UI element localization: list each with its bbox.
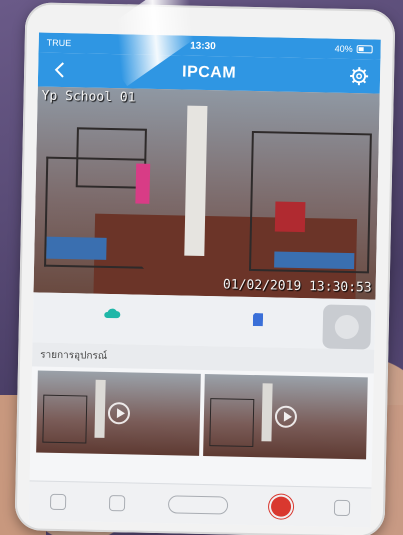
battery-icon	[356, 45, 373, 54]
back-button[interactable]	[48, 59, 70, 81]
settings-button[interactable]	[348, 65, 370, 87]
clock: 13:30	[190, 40, 216, 52]
video-mattress	[46, 236, 107, 260]
control-strip	[32, 292, 376, 350]
video-mattress	[274, 251, 355, 270]
video-pink-bag	[135, 163, 151, 204]
record-button[interactable]	[270, 495, 292, 517]
tab-icon[interactable]	[50, 493, 67, 510]
gear-icon	[350, 67, 369, 86]
thumb-pillar	[94, 379, 106, 438]
ptz-button[interactable]	[322, 304, 372, 350]
thumb-pillar	[261, 383, 273, 442]
page-title: IPCAM	[181, 63, 237, 82]
cloud-icon[interactable]	[103, 306, 121, 324]
play-icon[interactable]	[274, 405, 297, 428]
device-list	[30, 366, 374, 463]
carrier-label: TRUE	[46, 37, 72, 49]
thumb-bunk	[42, 394, 88, 444]
microphone-button[interactable]	[167, 494, 229, 515]
phone-frame: TRUE 13:30 40% IPCAM Yp School 01 01/02/…	[14, 2, 396, 535]
app-screen: TRUE 13:30 40% IPCAM Yp School 01 01/02/…	[28, 32, 381, 528]
status-right: 40%	[335, 44, 373, 55]
thumb-bunk	[209, 398, 255, 448]
camera-name-overlay: Yp School 01	[41, 88, 136, 106]
camera-icon[interactable]	[109, 494, 126, 511]
video-pillar	[184, 105, 208, 256]
sd-card-icon[interactable]	[252, 313, 264, 331]
more-icon[interactable]	[333, 499, 350, 516]
play-icon[interactable]	[107, 401, 130, 425]
chevron-left-icon	[54, 62, 64, 78]
timestamp-overlay: 01/02/2019 13:30:53	[222, 277, 372, 296]
video-red-box	[274, 201, 306, 233]
battery-percent: 40%	[334, 43, 353, 55]
bottom-tab-bar	[28, 480, 372, 528]
device-thumbnail[interactable]	[36, 370, 201, 456]
live-video-view[interactable]: Yp School 01 01/02/2019 13:30:53	[33, 86, 380, 300]
device-thumbnail[interactable]	[203, 374, 368, 460]
